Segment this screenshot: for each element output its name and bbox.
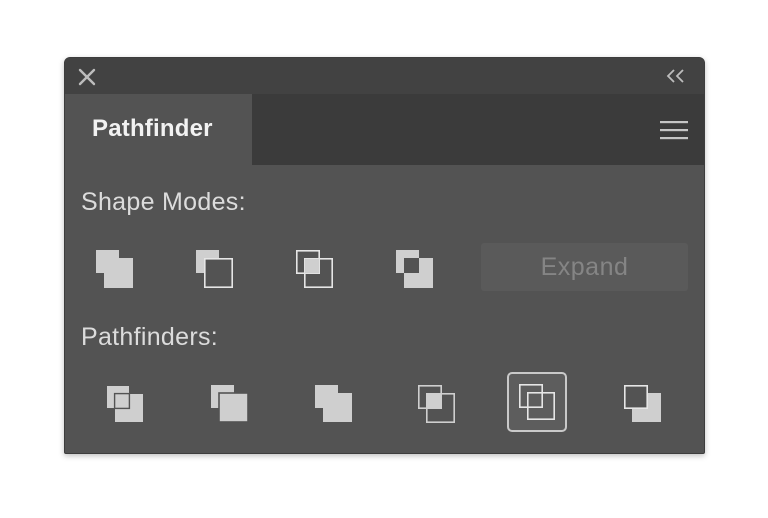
panel-titlebar[interactable]	[65, 58, 704, 94]
minus-front-button[interactable]	[187, 241, 241, 295]
outline-button[interactable]	[507, 372, 567, 432]
trim-button[interactable]	[202, 376, 256, 430]
tab-pathfinder[interactable]: Pathfinder	[65, 94, 252, 165]
double-chevron-left-icon[interactable]	[666, 69, 686, 83]
minus-front-icon	[196, 250, 233, 288]
shape-modes-label: Shape Modes:	[81, 188, 246, 216]
pathfinder-panel: Pathfinder Shape Modes: Expand Pathfinde…	[64, 57, 705, 454]
tab-label: Pathfinder	[92, 115, 213, 142]
tab-bar: Pathfinder	[65, 94, 704, 165]
merge-button[interactable]	[306, 376, 360, 430]
minus-back-button[interactable]	[615, 376, 669, 430]
pathfinders-label: Pathfinders:	[81, 323, 219, 351]
exclude-icon	[396, 250, 433, 288]
trim-icon	[211, 385, 249, 423]
minus-back-icon	[624, 385, 661, 422]
merge-icon	[315, 385, 352, 422]
divide-icon	[107, 386, 143, 422]
unite-button[interactable]	[87, 241, 141, 295]
unite-icon	[96, 250, 133, 288]
expand-button[interactable]: Expand	[481, 243, 688, 291]
intersect-icon	[296, 250, 333, 288]
divide-button[interactable]	[97, 376, 151, 430]
outline-icon	[519, 384, 555, 420]
crop-button[interactable]	[409, 376, 463, 430]
exclude-button[interactable]	[387, 241, 441, 295]
hamburger-menu-icon[interactable]	[660, 120, 688, 140]
intersect-button[interactable]	[287, 241, 341, 295]
close-icon[interactable]	[78, 68, 96, 86]
crop-icon	[418, 385, 455, 423]
